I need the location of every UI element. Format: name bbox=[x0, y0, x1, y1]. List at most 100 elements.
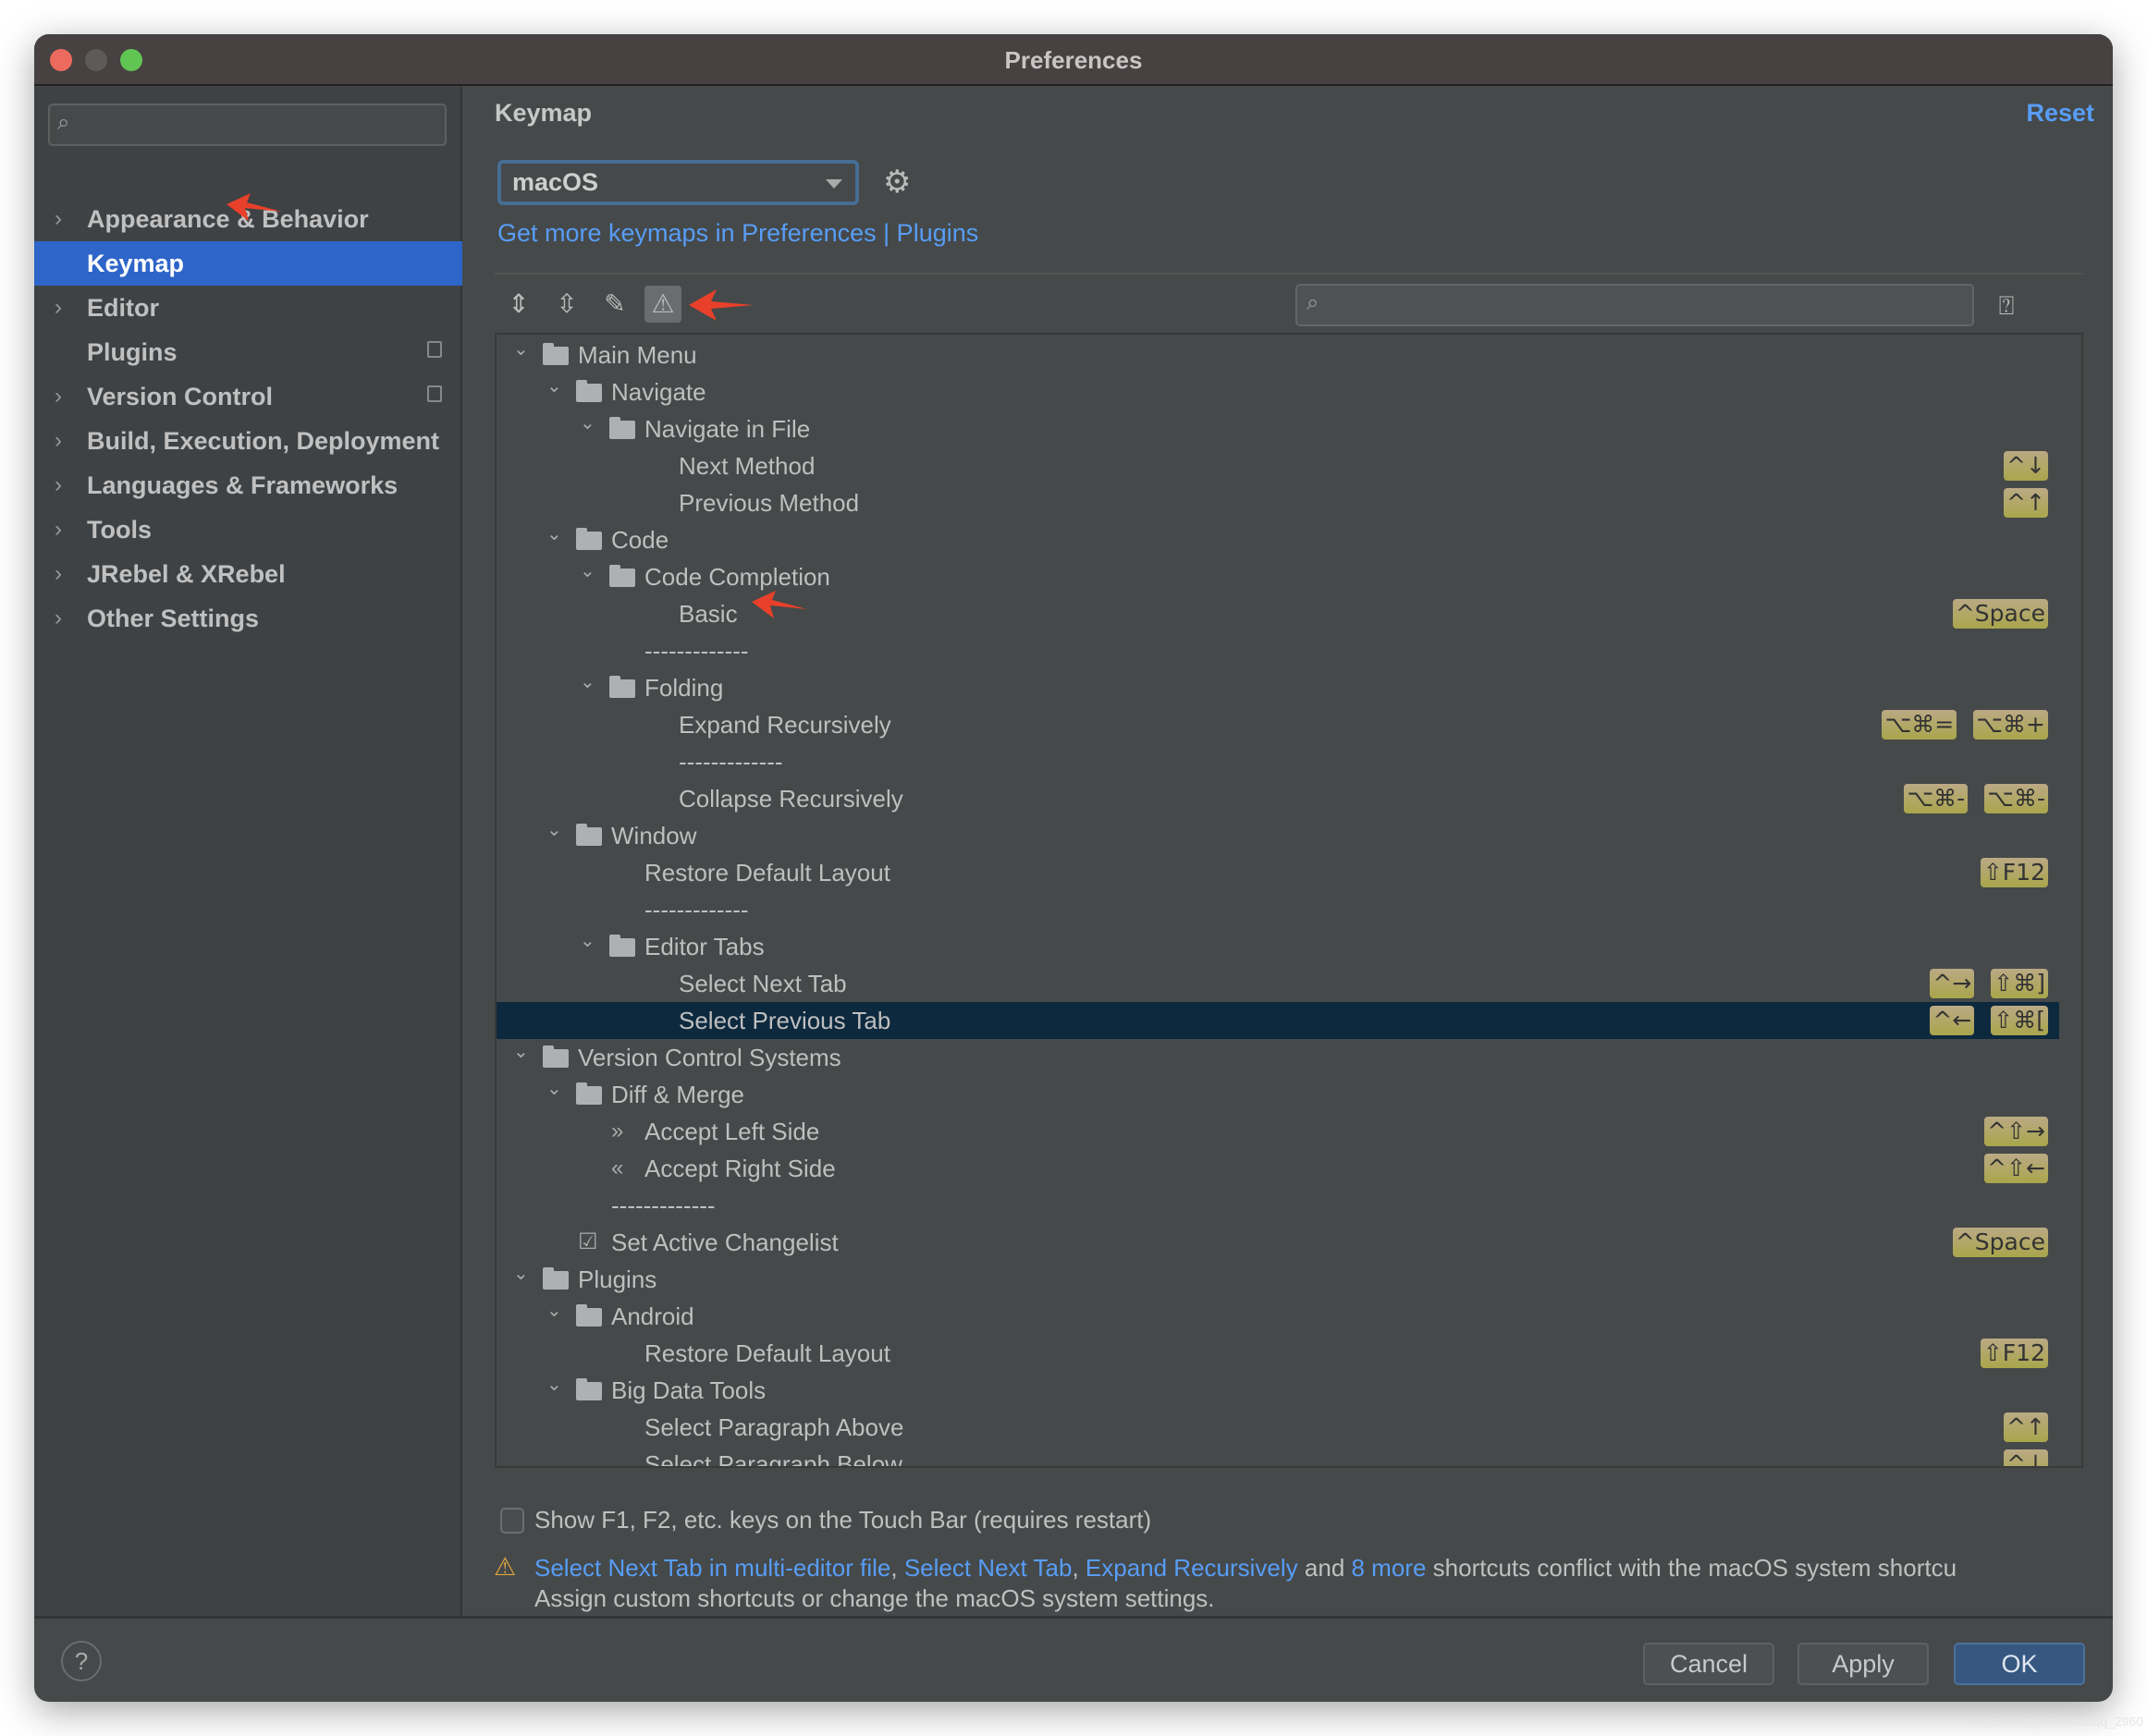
chevron-down-icon[interactable]: ⌄ bbox=[546, 812, 562, 849]
shortcut-badge: ⌥⌘= bbox=[1882, 710, 1957, 740]
main-menu-icon bbox=[543, 343, 569, 365]
chevron-down-icon bbox=[826, 179, 842, 189]
tree-action-row[interactable]: Select Paragraph Above ^↑ bbox=[497, 1409, 2059, 1446]
tree-action-row[interactable]: ☑ Set Active Changelist ^Space bbox=[497, 1224, 2059, 1261]
tree-item-label: Code Completion bbox=[644, 563, 830, 591]
tree-folder-row[interactable]: ⌄ Main Menu bbox=[497, 336, 2059, 373]
tree-folder-row[interactable]: ⌄ Window bbox=[497, 817, 2059, 854]
tree-folder-row[interactable]: ⌄ Big Data Tools bbox=[497, 1372, 2059, 1409]
tree-action-row[interactable]: Collapse Recursively ⌥⌘- ⌥⌘- bbox=[497, 780, 2059, 817]
touchbar-checkbox[interactable] bbox=[500, 1508, 524, 1534]
sidebar-item-plugins[interactable]: Plugins bbox=[34, 330, 462, 374]
chevron-down-icon[interactable]: ⌄ bbox=[580, 553, 595, 590]
chevron-down-icon[interactable]: ⌄ bbox=[546, 1292, 562, 1329]
get-more-keymaps-link[interactable]: Get more keymaps in Preferences | Plugin… bbox=[497, 219, 978, 248]
reset-link[interactable]: Reset bbox=[2026, 99, 2094, 128]
tree-item-label: Accept Left Side bbox=[644, 1118, 820, 1145]
tree-folder-row[interactable]: ⌄ Navigate in File bbox=[497, 410, 2059, 447]
tree-separator: ------------- bbox=[497, 1187, 2059, 1224]
tree-item-label: Collapse Recursively bbox=[679, 785, 903, 813]
tree-action-row[interactable]: Restore Default Layout ⇧F12 bbox=[497, 1335, 2059, 1372]
folder-icon bbox=[576, 1378, 602, 1400]
tree-folder-row[interactable]: ⌄ Version Control Systems bbox=[497, 1039, 2059, 1076]
title-bar: Preferences bbox=[34, 34, 2113, 86]
tree-item-label: Plugins bbox=[578, 1265, 657, 1293]
sidebar-item-jrebel-xrebel[interactable]: › JRebel & XRebel bbox=[34, 552, 462, 596]
chevron-down-icon[interactable]: ⌄ bbox=[580, 664, 595, 701]
tree-separator: ------------- bbox=[497, 632, 2059, 669]
shortcut-badge: ^↑ bbox=[2004, 1412, 2048, 1442]
expand-all-icon[interactable]: ⇕ bbox=[500, 286, 537, 323]
sidebar-item-label: Keymap bbox=[87, 250, 185, 277]
watermark: https://blog.csdn.net/qq_2960 bbox=[1973, 1714, 2143, 1729]
tree-action-row[interactable]: » Accept Left Side ^⇧→ bbox=[497, 1113, 2059, 1150]
tree-folder-row[interactable]: ⌄ Android bbox=[497, 1298, 2059, 1335]
sidebar-item-version-control[interactable]: › Version Control bbox=[34, 374, 462, 419]
tree-folder-row[interactable]: ⌄ Plugins bbox=[497, 1261, 2059, 1298]
tree-action-row[interactable]: Select Previous Tab ^← ⇧⌘[ bbox=[497, 1002, 2059, 1039]
tree-folder-row[interactable]: ⌄ Navigate bbox=[497, 373, 2059, 410]
sidebar-item-keymap[interactable]: Keymap bbox=[34, 241, 462, 286]
annotation-arrow bbox=[689, 289, 754, 321]
chevron-down-icon[interactable]: ⌄ bbox=[513, 1033, 529, 1070]
tree-item-label: Restore Default Layout bbox=[644, 859, 890, 886]
help-button[interactable]: ? bbox=[61, 1641, 102, 1681]
gear-icon[interactable]: ⚙ bbox=[883, 164, 911, 201]
tree-folder-row[interactable]: ⌄ Code Completion bbox=[497, 558, 2059, 595]
chevron-down-icon[interactable]: ⌄ bbox=[513, 1255, 529, 1292]
chevron-right-icon: › bbox=[55, 295, 62, 320]
tree-action-row[interactable]: Select Next Tab ^→ ⇧⌘] bbox=[497, 965, 2059, 1002]
sidebar-item-other-settings[interactable]: › Other Settings bbox=[34, 596, 462, 641]
conflict-link[interactable]: Expand Recursively bbox=[1086, 1554, 1298, 1582]
conflicts-warning-icon[interactable]: ⚠ bbox=[644, 286, 681, 323]
chevron-down-icon[interactable]: ⌄ bbox=[580, 923, 595, 960]
chevron-down-icon[interactable]: ⌄ bbox=[513, 335, 529, 368]
more-conflicts-link[interactable]: 8 more bbox=[1352, 1554, 1427, 1582]
search-icon: ⌕ bbox=[1307, 290, 1319, 315]
chevron-down-icon[interactable]: ⌄ bbox=[546, 1070, 562, 1107]
chevron-down-icon[interactable]: ⌄ bbox=[546, 516, 562, 553]
shortcut-badge: ^↓ bbox=[2004, 1449, 2048, 1466]
shortcut-badge: ⌥⌘- bbox=[1904, 784, 1969, 813]
tree-item-label: Big Data Tools bbox=[611, 1376, 767, 1404]
chevron-down-icon[interactable]: ⌄ bbox=[546, 1366, 562, 1403]
tree-action-row[interactable]: « Accept Right Side ^⇧← bbox=[497, 1150, 2059, 1187]
touchbar-label: Show F1, F2, etc. keys on the Touch Bar … bbox=[534, 1506, 1152, 1534]
apply-button[interactable]: Apply bbox=[1797, 1643, 1929, 1685]
tree-action-row[interactable]: Previous Method ^↑ bbox=[497, 484, 2059, 521]
keymap-select[interactable]: macOS bbox=[497, 160, 859, 205]
sidebar-item-build-execution-deployment[interactable]: › Build, Execution, Deployment bbox=[34, 419, 462, 463]
tree-folder-row[interactable]: ⌄ Diff & Merge bbox=[497, 1076, 2059, 1113]
chevron-down-icon[interactable]: ⌄ bbox=[580, 405, 595, 442]
tree-action-row[interactable]: Next Method ^↓ bbox=[497, 447, 2059, 484]
tree-folder-row[interactable]: ⌄ Folding bbox=[497, 669, 2059, 706]
sidebar-item-label: Build, Execution, Deployment bbox=[87, 427, 440, 455]
chevron-down-icon[interactable]: ⌄ bbox=[546, 368, 562, 405]
tree-folder-row[interactable]: ⌄ Code bbox=[497, 521, 2059, 558]
sidebar-item-languages-frameworks[interactable]: › Languages & Frameworks bbox=[34, 463, 462, 507]
page-title: Keymap bbox=[495, 99, 593, 127]
tree-action-row[interactable]: Select Paragraph Below ^↓ bbox=[497, 1446, 2059, 1466]
collapse-all-icon[interactable]: ⇳ bbox=[548, 286, 585, 323]
sidebar-search-input[interactable]: ⌕ bbox=[48, 104, 447, 146]
ok-button[interactable]: OK bbox=[1954, 1643, 2085, 1685]
edit-pencil-icon[interactable]: ✎ bbox=[596, 286, 633, 323]
tree-action-row[interactable]: Restore Default Layout ⇧F12 bbox=[497, 854, 2059, 891]
sidebar-item-editor[interactable]: › Editor bbox=[34, 286, 462, 330]
search-icon: ⌕ bbox=[57, 110, 70, 135]
chevron-right-icon: › bbox=[55, 428, 62, 453]
shortcut-badge: ^↓ bbox=[2004, 451, 2048, 481]
conflict-link[interactable]: Select Next Tab in multi-editor file bbox=[534, 1554, 890, 1582]
tree-action-row[interactable]: Expand Recursively ⌥⌘= ⌥⌘+ bbox=[497, 706, 2059, 743]
sidebar-item-tools[interactable]: › Tools bbox=[34, 507, 462, 552]
shortcut-badge: ⇧F12 bbox=[1980, 1339, 2048, 1368]
tree-action-row[interactable]: Basic ^Space bbox=[497, 595, 2059, 632]
tree-item-label: Navigate in File bbox=[644, 415, 811, 443]
tree-item-label: ------------- bbox=[679, 748, 783, 776]
conflict-link[interactable]: Select Next Tab bbox=[904, 1554, 1073, 1582]
find-by-shortcut-icon[interactable]: ⍰ bbox=[1988, 287, 2025, 324]
shortcut-search-input[interactable]: ⌕ bbox=[1295, 284, 1974, 326]
cancel-button[interactable]: Cancel bbox=[1643, 1643, 1774, 1685]
sidebar-item-label: Tools bbox=[87, 516, 152, 544]
tree-folder-row[interactable]: ⌄ Editor Tabs bbox=[497, 928, 2059, 965]
